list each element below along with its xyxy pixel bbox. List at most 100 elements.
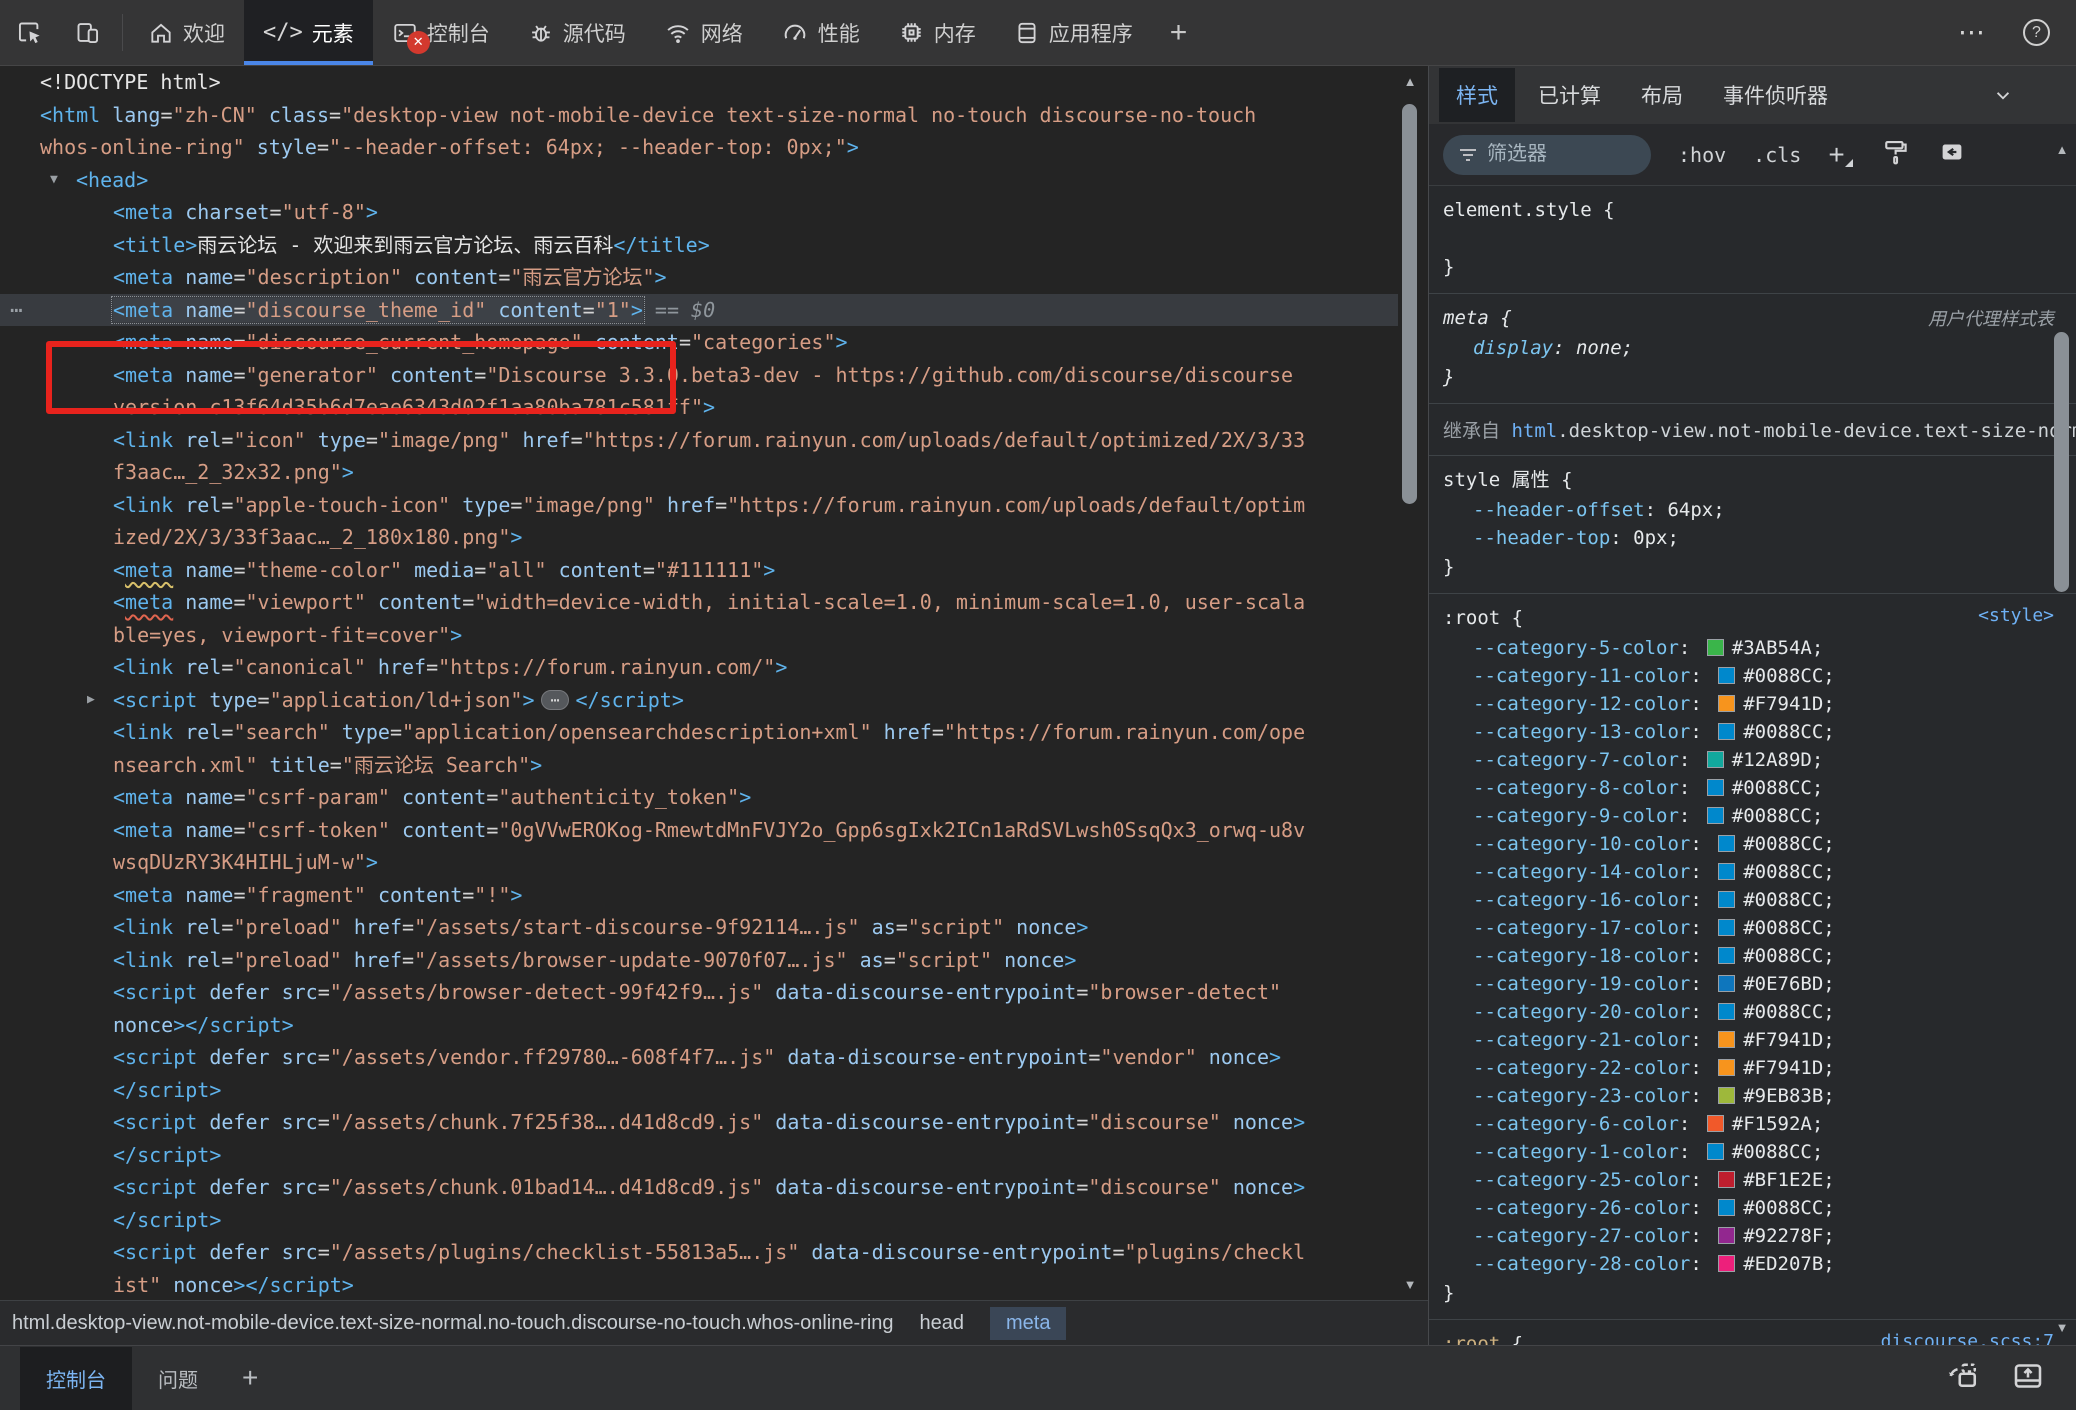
- color-swatch[interactable]: [1718, 947, 1735, 964]
- color-swatch[interactable]: [1718, 1003, 1735, 1020]
- style-property[interactable]: --category-13-color: #0088CC;: [1443, 718, 2076, 746]
- inspect-icon[interactable]: [0, 0, 58, 65]
- style-property[interactable]: --category-9-color: #0088CC;: [1443, 802, 2076, 830]
- styles-scrollbar[interactable]: ▲ ▼: [2050, 136, 2074, 1341]
- style-property[interactable]: --category-16-color: #0088CC;: [1443, 886, 2076, 914]
- style-property[interactable]: --category-22-color: #F7941D;: [1443, 1054, 2076, 1082]
- dom-node[interactable]: ized/2X/3/33f3aac…_2_180x180.png">: [0, 521, 1398, 554]
- color-swatch[interactable]: [1718, 1255, 1735, 1272]
- stylesheet-origin-link[interactable]: <style>: [1978, 605, 2054, 626]
- scrollbar-thumb[interactable]: [2054, 332, 2069, 592]
- node-menu-icon[interactable]: ⋯: [10, 294, 24, 327]
- color-swatch[interactable]: [1718, 1059, 1735, 1076]
- color-swatch[interactable]: [1718, 1227, 1735, 1244]
- dom-node[interactable]: ble=yes, viewport-fit=cover">: [0, 619, 1398, 652]
- style-property[interactable]: --category-7-color: #12A89D;: [1443, 746, 2076, 774]
- color-swatch[interactable]: [1707, 779, 1724, 796]
- expand-arrow-icon[interactable]: ▶: [87, 684, 95, 717]
- style-property[interactable]: --category-25-color: #BF1E2E;: [1443, 1166, 2076, 1194]
- color-swatch[interactable]: [1718, 1087, 1735, 1104]
- dom-node[interactable]: <link rel="canonical" href="https://foru…: [0, 651, 1398, 684]
- style-property[interactable]: --header-offset: 64px;: [1443, 496, 2076, 524]
- dom-tree[interactable]: <!DOCTYPE html><html lang="zh-CN" class=…: [0, 66, 1398, 1300]
- scroll-down-arrow-icon[interactable]: ▼: [1398, 1277, 1422, 1292]
- tab-application[interactable]: 应用程序: [995, 0, 1152, 65]
- style-property[interactable]: display: none;: [1443, 334, 2076, 362]
- style-property[interactable]: --category-27-color: #92278F;: [1443, 1222, 2076, 1250]
- computed-sidebar-toggle-icon[interactable]: [1937, 137, 1967, 172]
- color-swatch[interactable]: [1718, 695, 1735, 712]
- rule-selector[interactable]: style 属性: [1443, 469, 1550, 491]
- color-swatch[interactable]: [1718, 723, 1735, 740]
- dom-node[interactable]: <meta name="csrf-param" content="authent…: [0, 781, 1398, 814]
- color-swatch[interactable]: [1718, 919, 1735, 936]
- tab-memory[interactable]: 内存: [879, 0, 995, 65]
- color-swatch[interactable]: [1707, 1115, 1724, 1132]
- dom-node[interactable]: <script defer src="/assets/chunk.01bad14…: [0, 1171, 1398, 1204]
- toggle-element-classes-button[interactable]: .cls: [1753, 143, 1801, 167]
- collapse-arrow-icon[interactable]: ▼: [50, 164, 58, 197]
- style-property[interactable]: --category-14-color: #0088CC;: [1443, 858, 2076, 886]
- dom-node[interactable]: <script defer src="/assets/vendor.ff2978…: [0, 1041, 1398, 1074]
- dom-node[interactable]: version c13f64d35b6d7eae6343d02f1aa80ba7…: [0, 391, 1398, 424]
- tab-已计算[interactable]: 已计算: [1521, 68, 1618, 122]
- style-property[interactable]: --category-20-color: #0088CC;: [1443, 998, 2076, 1026]
- style-property[interactable]: --category-11-color: #0088CC;: [1443, 662, 2076, 690]
- style-property[interactable]: --header-top: 0px;: [1443, 524, 2076, 552]
- add-panel-button[interactable]: +: [1152, 0, 1206, 65]
- dom-node[interactable]: <link rel="preload" href="/assets/browse…: [0, 944, 1398, 977]
- inherited-node-link[interactable]: html.desktop-view.not-mobile-device.text…: [1511, 420, 2076, 442]
- scroll-down-arrow-icon[interactable]: ▼: [2050, 1320, 2074, 1335]
- style-property[interactable]: --category-21-color: #F7941D;: [1443, 1026, 2076, 1054]
- drawer-tab-问题[interactable]: 问题: [132, 1347, 224, 1410]
- color-swatch[interactable]: [1718, 863, 1735, 880]
- style-property[interactable]: --category-23-color: #9EB83B;: [1443, 1082, 2076, 1110]
- color-swatch[interactable]: [1707, 639, 1724, 656]
- dom-node[interactable]: wsqDUzRY3K4HIHLjuM-w">: [0, 846, 1398, 879]
- style-property[interactable]: --category-17-color: #0088CC;: [1443, 914, 2076, 942]
- color-swatch[interactable]: [1718, 667, 1735, 684]
- dom-node[interactable]: <title>雨云论坛 - 欢迎来到雨云官方论坛、雨云百科</title>: [0, 229, 1398, 262]
- drawer-add-tab-button[interactable]: +: [224, 1346, 276, 1410]
- color-swatch[interactable]: [1718, 1031, 1735, 1048]
- dom-tree-scrollbar[interactable]: ▲ ▼: [1398, 66, 1422, 1300]
- style-property[interactable]: --category-12-color: #F7941D;: [1443, 690, 2076, 718]
- dom-node[interactable]: <link rel="apple-touch-icon" type="image…: [0, 489, 1398, 522]
- style-property[interactable]: --category-19-color: #0E76BD;: [1443, 970, 2076, 998]
- style-property[interactable]: --category-5-color: #3AB54A;: [1443, 634, 2076, 662]
- dom-node[interactable]: nonce></script>: [0, 1009, 1398, 1042]
- color-swatch[interactable]: [1718, 1171, 1735, 1188]
- dom-node[interactable]: <link rel="preload" href="/assets/start-…: [0, 911, 1398, 944]
- dom-node[interactable]: </script>: [0, 1074, 1398, 1107]
- color-swatch[interactable]: [1718, 975, 1735, 992]
- style-property[interactable]: --category-18-color: #0088CC;: [1443, 942, 2076, 970]
- rule-selector[interactable]: meta: [1443, 307, 1489, 329]
- dom-node[interactable]: <meta name="csrf-token" content="0gVVwER…: [0, 814, 1398, 847]
- help-icon[interactable]: ?: [2023, 19, 2050, 46]
- breadcrumb-item[interactable]: meta: [990, 1307, 1066, 1340]
- dom-node[interactable]: <meta name="generator" content="Discours…: [0, 359, 1398, 392]
- breadcrumb-item[interactable]: head: [920, 1312, 965, 1335]
- rotate-device-icon[interactable]: [1944, 1358, 1980, 1399]
- dom-node[interactable]: <link rel="search" type="application/ope…: [0, 716, 1398, 749]
- move-panel-up-icon[interactable]: [2010, 1358, 2046, 1399]
- dom-node[interactable]: <!DOCTYPE html>: [0, 66, 1398, 99]
- dom-node[interactable]: <meta charset="utf-8">: [0, 196, 1398, 229]
- color-swatch[interactable]: [1707, 751, 1724, 768]
- scroll-up-arrow-icon[interactable]: ▲: [1398, 74, 1422, 89]
- style-property[interactable]: --category-10-color: #0088CC;: [1443, 830, 2076, 858]
- tab-network[interactable]: 网络: [645, 0, 762, 65]
- dom-node[interactable]: nsearch.xml" title="雨云论坛 Search">: [0, 749, 1398, 782]
- tab-elements[interactable]: </>元素: [244, 0, 373, 65]
- dom-node[interactable]: <meta name="theme-color" media="all" con…: [0, 554, 1398, 587]
- style-property[interactable]: --category-8-color: #0088CC;: [1443, 774, 2076, 802]
- selected-dom-node[interactable]: ⋯<meta name="discourse_theme_id" content…: [0, 294, 1398, 327]
- style-property[interactable]: --category-26-color: #0088CC;: [1443, 1194, 2076, 1222]
- dom-node[interactable]: f3aac…_2_32x32.png">: [0, 456, 1398, 489]
- dom-node[interactable]: ▶<script type="application/ld+json">⋯</s…: [0, 684, 1398, 717]
- breadcrumb-item[interactable]: html.desktop-view.not-mobile-device.text…: [12, 1312, 894, 1335]
- dom-node[interactable]: ist" nonce></script>: [0, 1269, 1398, 1301]
- tab-样式[interactable]: 样式: [1439, 68, 1515, 122]
- dom-node[interactable]: <script defer src="/assets/chunk.7f25f38…: [0, 1106, 1398, 1139]
- tab-home[interactable]: 欢迎: [129, 0, 244, 65]
